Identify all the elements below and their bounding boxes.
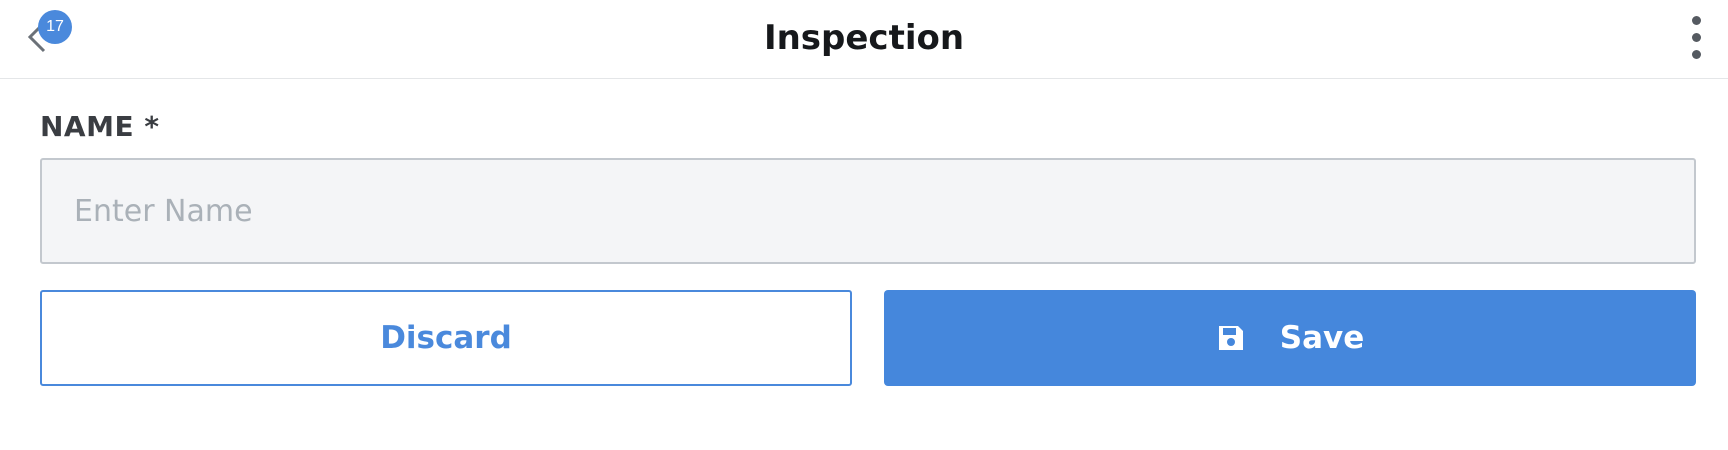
- page-title: Inspection: [763, 18, 965, 58]
- name-input[interactable]: [40, 158, 1696, 264]
- more-options-button[interactable]: [1676, 14, 1716, 62]
- top-app-bar: 17 Inspection: [0, 0, 1728, 79]
- discard-button[interactable]: Discard: [40, 290, 852, 386]
- save-button[interactable]: Save: [884, 290, 1696, 386]
- floppy-disk-icon: [1218, 326, 1243, 350]
- save-button-label: Save: [1279, 320, 1365, 356]
- name-field-label: NAME *: [40, 110, 160, 143]
